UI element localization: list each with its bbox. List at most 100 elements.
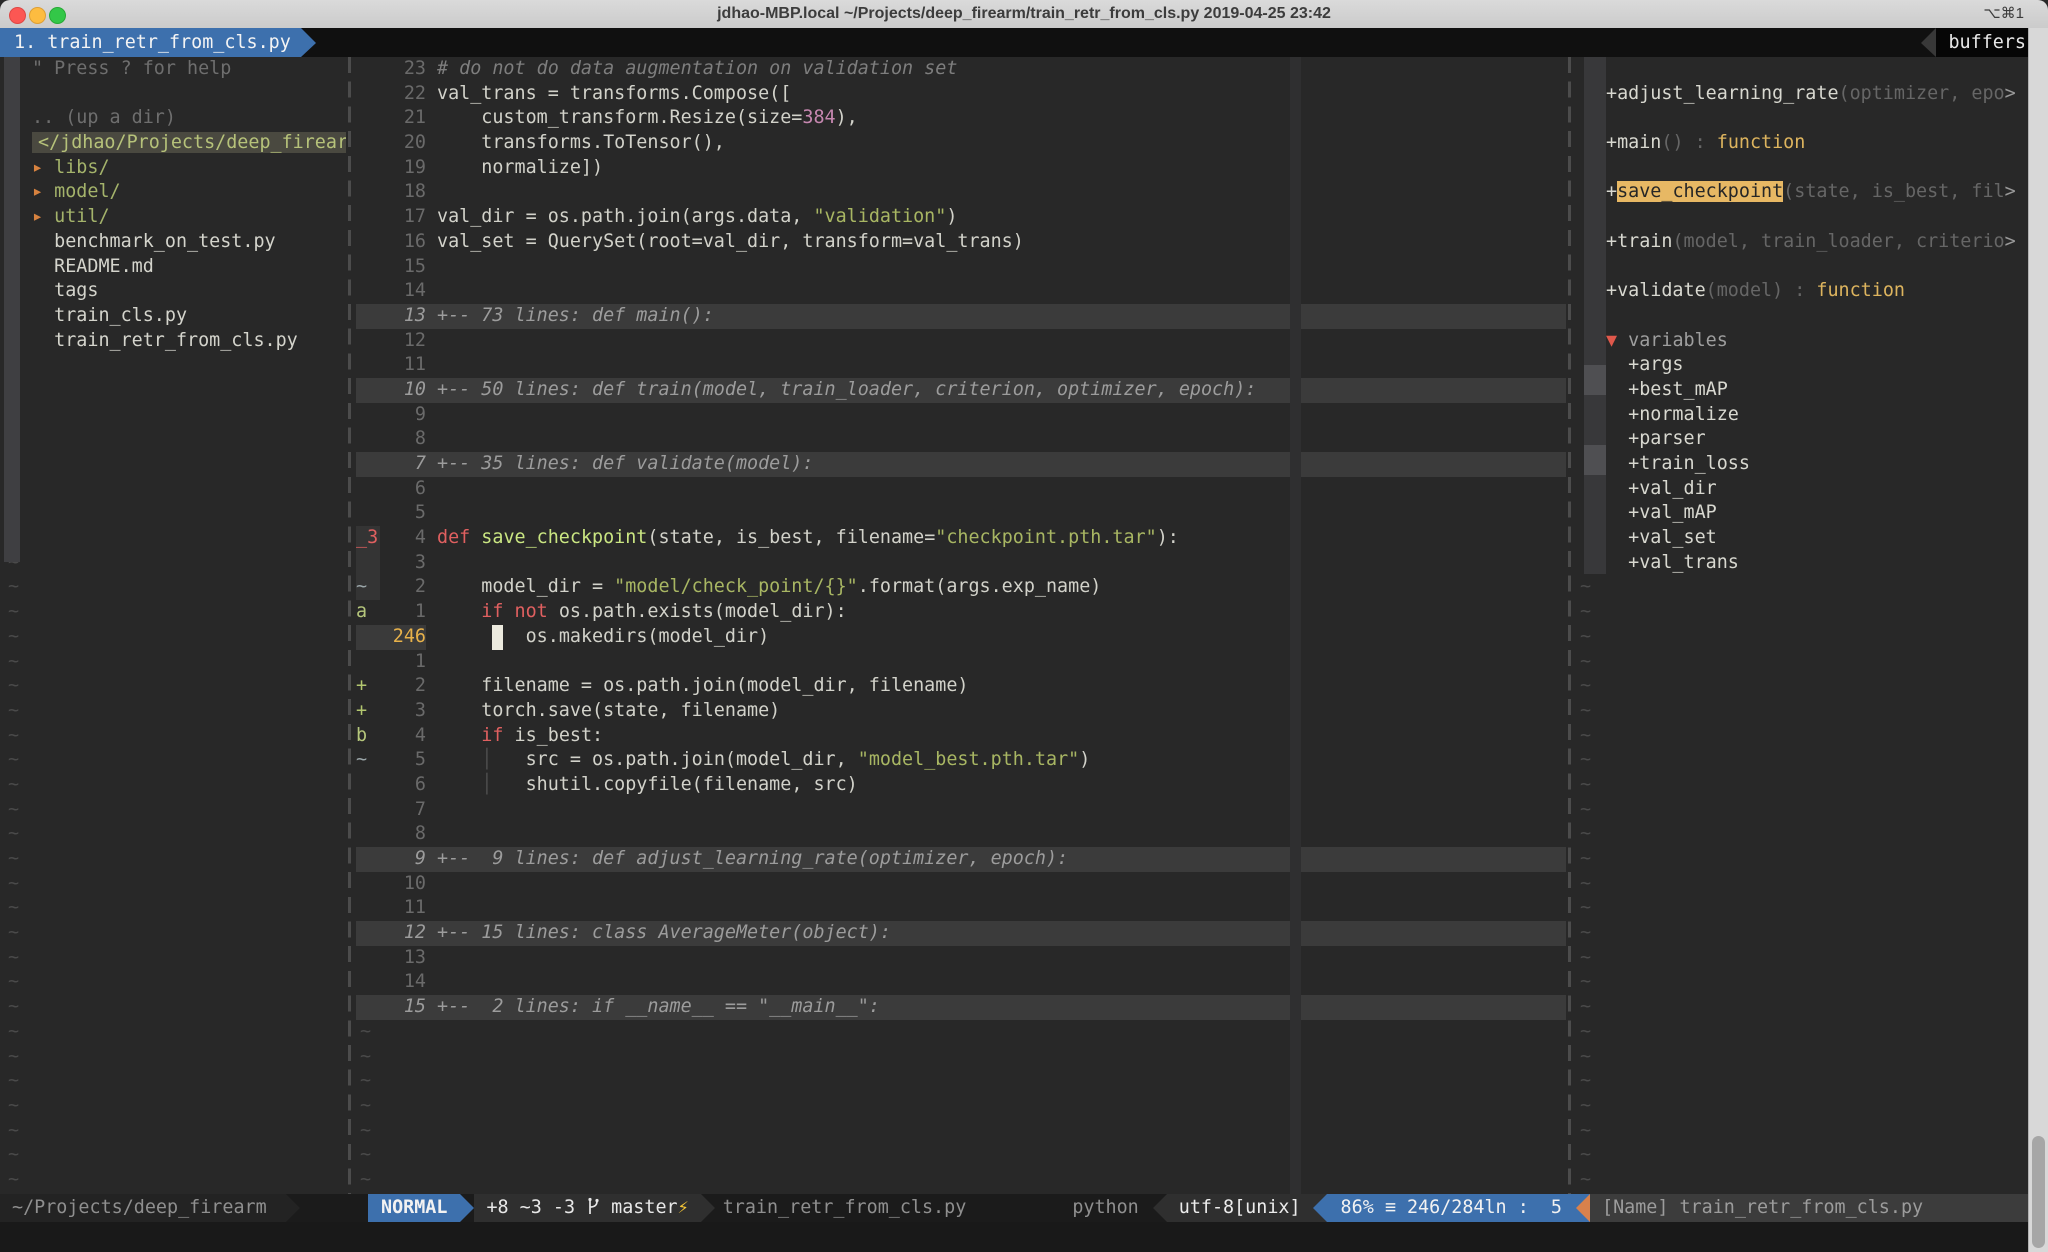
line-number: 10 (380, 378, 426, 403)
code-line[interactable]: +3 torch.save(state, filename) (356, 699, 1566, 724)
tagbar-scrollbar-thumb[interactable] (1584, 365, 1606, 395)
code-line[interactable]: 21 custom_transform.Resize(size=384), (356, 106, 1566, 131)
code-line[interactable]: 22val_trans = transforms.Compose([ (356, 82, 1566, 107)
line-number: 16 (380, 230, 426, 255)
sign-column: + (356, 674, 380, 699)
window-scrollbar[interactable] (2028, 28, 2048, 1252)
window-shortcut-badge: ⌥⌘1 (1983, 0, 2024, 28)
fold-line[interactable]: 13+-- 73 lines: def main(): (356, 304, 1566, 329)
sign-column (356, 477, 380, 502)
line-number: 11 (380, 353, 426, 378)
code-line[interactable]: 19 normalize]) (356, 156, 1566, 181)
code-editor-window[interactable]: 23# do not do data augmentation on valid… (356, 57, 1566, 1194)
code-line[interactable]: 17val_dir = os.path.join(args.data, "val… (356, 205, 1566, 230)
statusline-cwd: ~/Projects/deep_firearm (0, 1194, 286, 1222)
fold-line[interactable]: 12+-- 15 lines: class AverageMeter(objec… (356, 921, 1566, 946)
code-line[interactable]: +2 filename = os.path.join(model_dir, fi… (356, 674, 1566, 699)
tree-item[interactable]: README.md (0, 255, 346, 280)
empty-buffer-line: ~ (356, 1045, 1566, 1070)
tree-item[interactable]: ▸ model/ (0, 180, 346, 205)
tag-item[interactable]: +val_trans (1578, 551, 2028, 576)
fold-line[interactable]: 9+-- 9 lines: def adjust_learning_rate(o… (356, 847, 1566, 872)
sign-column (356, 625, 380, 650)
empty-buffer-line: ~ (1578, 872, 2028, 897)
tree-item[interactable]: ▸ libs/ (0, 156, 346, 181)
titlebar: jdhao-MBP.local ~/Projects/deep_firearm/… (0, 0, 2048, 29)
empty-buffer-line: ~ (1578, 1094, 2028, 1119)
code-line[interactable]: _34def save_checkpoint(state, is_best, f… (356, 526, 1566, 551)
powerline-separator (286, 1194, 300, 1222)
statusline-filename: train_retr_from_cls.py (723, 1194, 967, 1222)
sign-column: a (356, 600, 380, 625)
empty-buffer-line: ~ (0, 970, 346, 995)
tree-item[interactable]: benchmark_on_test.py (0, 230, 346, 255)
tag-item[interactable]: +normalize (1578, 403, 2028, 428)
tag-item[interactable]: +val_mAP (1578, 501, 2028, 526)
code-line[interactable]: b4 if is_best: (356, 724, 1566, 749)
vim-mode-indicator: NORMAL (368, 1194, 460, 1222)
tagbar-scrollbar-thumb[interactable] (1584, 445, 1606, 475)
tag-item[interactable]: +args (1578, 353, 2028, 378)
sign-column: + (356, 699, 380, 724)
git-hunks: +8 ~3 -3 (486, 1194, 586, 1222)
line-number: 15 (380, 995, 426, 1020)
tree-item[interactable]: train_retr_from_cls.py (0, 329, 346, 354)
tree-item[interactable]: ▸ util/ (0, 205, 346, 230)
code-line[interactable]: ~2 model_dir = "model/check_point/{}".fo… (356, 575, 1566, 600)
nerdtree-file-explorer: " Press ? for help .. (up a dir)</jdhao/P… (0, 57, 346, 1194)
fold-line[interactable]: 10+-- 50 lines: def train(model, train_l… (356, 378, 1566, 403)
tag-item[interactable]: +train(model, train_loader, criterio> (1578, 230, 2028, 255)
line-number: 10 (380, 872, 426, 897)
code-line[interactable]: 6 │ shutil.copyfile(filename, src) (356, 773, 1566, 798)
code-line: 6 (356, 477, 1566, 502)
line-number: 4 (380, 724, 426, 749)
tree-item[interactable]: tags (0, 279, 346, 304)
empty-buffer-line: ~ (0, 847, 346, 872)
tab-current-buffer[interactable]: 1. train_retr_from_cls.py (0, 28, 301, 57)
window-scrollbar-thumb[interactable] (2032, 1136, 2045, 1248)
tag-item[interactable]: +adjust_learning_rate(optimizer, epo> (1578, 82, 2028, 107)
code-line[interactable]: 246 os.makedirs(model_dir) (356, 625, 1566, 650)
sign-column (356, 427, 380, 452)
empty-buffer-line: ~ (0, 452, 346, 477)
tree-item[interactable]: train_cls.py (0, 304, 346, 329)
code-line[interactable]: 20 transforms.ToTensor(), (356, 131, 1566, 156)
tagbar-scrollbar[interactable] (1584, 57, 1606, 574)
sign-column (356, 180, 380, 205)
tag-item[interactable]: +train_loss (1578, 452, 2028, 477)
window-separator-left[interactable] (348, 57, 351, 1194)
powerline-separator (701, 1194, 715, 1222)
line-number: 2 (380, 575, 426, 600)
fold-line[interactable]: 7+-- 35 lines: def validate(model): (356, 452, 1566, 477)
tree-item[interactable]: </jdhao/Projects/deep_firear> (0, 131, 346, 156)
tag-item[interactable]: +validate(model) : function (1578, 279, 2028, 304)
empty-buffer-line: ~ (1578, 847, 2028, 872)
sign-column (356, 353, 380, 378)
sign-column (356, 131, 380, 156)
code-line[interactable]: 16val_set = QuerySet(root=val_dir, trans… (356, 230, 1566, 255)
statusline-filetype: python (1072, 1194, 1138, 1222)
tree-item[interactable]: " Press ? for help (0, 57, 346, 82)
line-number: 23 (380, 57, 426, 82)
fold-line[interactable]: 15+-- 2 lines: if __name__ == "__main__"… (356, 995, 1566, 1020)
sign-column (356, 304, 380, 329)
tag-item[interactable]: +main() : function (1578, 131, 2028, 156)
sign-column (356, 82, 380, 107)
statusline-middle: train_retr_from_cls.py python (715, 1194, 1153, 1222)
tag-item[interactable]: +val_set (1578, 526, 2028, 551)
line-number: 6 (380, 477, 426, 502)
tag-item[interactable]: +save_checkpoint(state, is_best, fil> (1578, 180, 2028, 205)
tag-item[interactable]: +val_dir (1578, 477, 2028, 502)
sign-column (356, 501, 380, 526)
code-line: 8 (356, 427, 1566, 452)
code-line[interactable]: a1 if not os.path.exists(model_dir): (356, 600, 1566, 625)
tree-item[interactable]: .. (up a dir) (0, 106, 346, 131)
window-separator-right[interactable] (1568, 57, 1571, 1194)
tag-item[interactable]: +best_mAP (1578, 378, 2028, 403)
code-line[interactable]: 23# do not do data augmentation on valid… (356, 57, 1566, 82)
code-line[interactable]: ~5 │ src = os.path.join(model_dir, "mode… (356, 748, 1566, 773)
nerdtree-scrollbar[interactable] (4, 57, 20, 562)
tagbar-statusline: [Name] train_retr_from_cls.py (1590, 1194, 2048, 1222)
tag-item[interactable]: +parser (1578, 427, 2028, 452)
tag-item[interactable]: ▼ variables (1578, 329, 2028, 354)
